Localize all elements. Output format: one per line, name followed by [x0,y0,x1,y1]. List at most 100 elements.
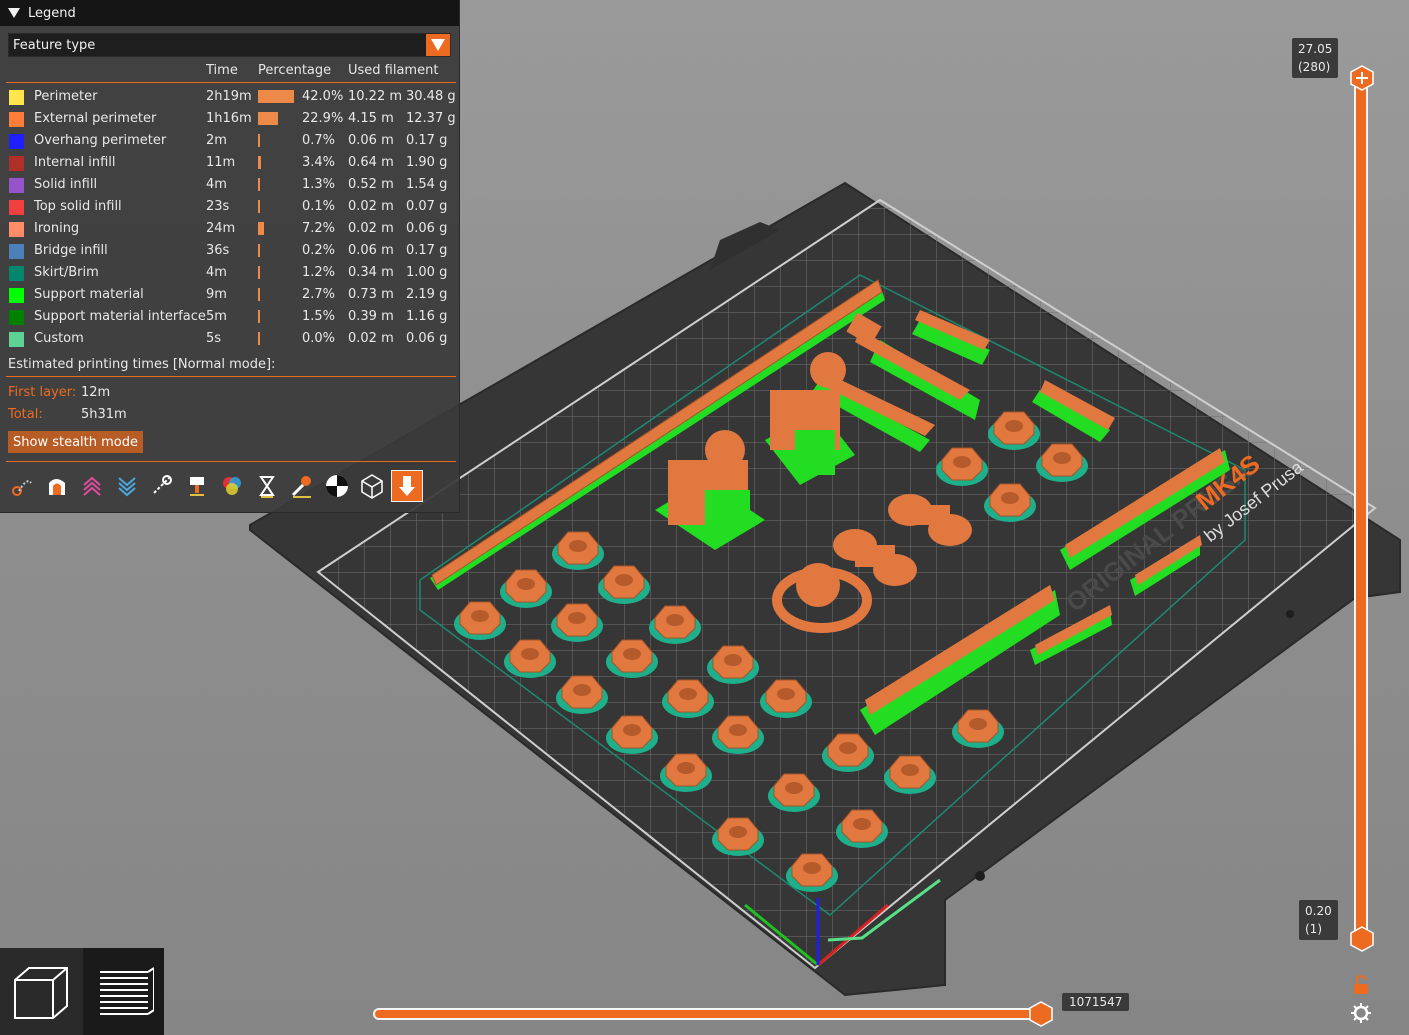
legend-row[interactable]: External perimeter 1h16m 22.9% 4.15 m 12.37 … [0,109,460,131]
nut-hole [1005,420,1023,432]
legend-row[interactable]: Ironing 24m 7.2% 0.02 m 0.06 g [0,219,460,241]
center-of-gravity-icon[interactable] [321,470,353,502]
settings-cog-icon[interactable] [1350,1002,1372,1024]
legend-feature-name: Skirt/Brim [34,265,99,280]
first-layer-label: First layer: [8,385,77,400]
travel-icon[interactable] [6,470,38,502]
legend-feature-name: Top solid infill [34,199,122,214]
legend-row[interactable]: Custom 5s 0.0% 0.02 m 0.06 g [0,329,460,351]
legend-percent-bar [258,244,260,257]
nut-hole [785,782,803,794]
nut-hole [969,718,987,730]
view-type-value: Feature type [13,37,96,53]
legend-feature-percent: 42.0% [302,89,344,104]
legend-feature-weight: 0.06 g [406,331,448,346]
legend-color-swatch [9,134,24,149]
legend-row[interactable]: Solid infill 4m 1.3% 0.52 m 1.54 g [0,175,460,197]
nut-hole [679,688,697,700]
legend-row[interactable]: Support material interface 5m 1.5% 0.39 m 1.… [0,307,460,329]
preview-button[interactable] [83,948,164,1035]
move-slider-thumb[interactable] [1028,1001,1054,1027]
nut-hole [666,614,684,626]
legend-feature-weight: 1.54 g [406,177,448,192]
divider [6,461,456,462]
nut-hole [1001,492,1019,504]
legend-feature-time: 9m [206,287,227,302]
layer-slider-top-thumb[interactable] [1350,65,1374,91]
tool-changes-icon[interactable] [181,470,213,502]
move-slider-track[interactable] [373,1008,1041,1020]
nut-hole [521,648,539,660]
legend-feature-percent: 1.2% [302,265,336,280]
legend-percent-bar [258,332,260,345]
legend-percent-bar [258,112,278,125]
nut-hole [615,574,633,586]
view-type-select[interactable]: Feature type [8,33,451,57]
legend-header[interactable]: Legend [0,0,459,26]
layer-top-label: 27.05 (280) [1292,38,1339,78]
legend-feature-name: Overhang perimeter [34,133,167,148]
legend-row[interactable]: Perimeter 2h19m 42.0% 10.22 m 30.48 g [0,87,460,109]
legend-feature-name: Support material interface [34,309,206,324]
legend-row[interactable]: Internal infill 11m 3.4% 0.64 m 1.90 g [0,153,460,175]
layer-slider-track[interactable] [1354,72,1368,944]
legend-feature-time: 23s [206,199,230,214]
color-changes-icon[interactable] [216,470,248,502]
layer-slider-bottom-thumb[interactable] [1350,926,1374,952]
legend-feature-weight: 1.00 g [406,265,448,280]
legend-row[interactable]: Top solid infill 23s 0.1% 0.02 m 0.07 g [0,197,460,219]
show-stealth-mode-button[interactable]: Show stealth mode [8,431,143,453]
nut-hole [1053,452,1071,464]
wipe-icon[interactable] [41,470,73,502]
nut-hole [623,724,641,736]
legend-feature-length: 0.02 m [348,221,394,236]
legend-feature-weight: 2.19 g [406,287,448,302]
preview-layers-icon [99,966,154,1015]
layer-top-index: (280) [1298,60,1331,74]
nut-hole [839,742,857,754]
nut-hole [724,654,742,666]
legend-feature-weight: 0.17 g [406,133,448,148]
legend-feature-weight: 1.16 g [406,309,448,324]
legend-row[interactable]: Support material 9m 2.7% 0.73 m 2.19 g [0,285,460,307]
collapse-triangle-icon[interactable] [8,8,20,18]
legend-row[interactable]: Bridge infill 36s 0.2% 0.06 m 0.17 g [0,241,460,263]
deretractions-icon[interactable] [111,470,143,502]
legend-title: Legend [28,5,76,21]
legend-feature-length: 0.34 m [348,265,394,280]
legend-color-swatch [9,200,24,215]
legend-feature-length: 4.15 m [348,111,394,126]
legend-row[interactable]: Overhang perimeter 2m 0.7% 0.06 m 0.17 g [0,131,460,153]
legend-feature-time: 2m [206,133,227,148]
retractions-icon[interactable] [76,470,108,502]
legend-feature-length: 0.06 m [348,243,394,258]
legend-percent-bar [258,288,260,301]
shells-icon[interactable] [356,470,388,502]
layer-bottom-height: 0.20 [1305,904,1332,918]
legend-feature-percent: 22.9% [302,111,344,126]
legend-feature-name: Support material [34,287,144,302]
dropdown-arrow-icon[interactable] [426,34,450,56]
legend-feature-length: 0.73 m [348,287,394,302]
legend-feature-weight: 0.07 g [406,199,448,214]
legend-color-swatch [9,178,24,193]
legend-feature-percent: 0.0% [302,331,336,346]
legend-row[interactable]: Skirt/Brim 4m 1.2% 0.34 m 1.00 g [0,263,460,285]
legend-feature-weight: 30.48 g [406,89,456,104]
view-switcher [0,948,164,1035]
nut-hole [568,612,586,624]
pause-icon[interactable] [251,470,283,502]
unlock-icon[interactable] [1350,974,1372,996]
legend-feature-name: External perimeter [34,111,157,126]
legend-percent-bar [258,222,264,235]
nut-hole [777,688,795,700]
legend-feature-name: Ironing [34,221,80,236]
seams-icon[interactable] [146,470,178,502]
legend-feature-weight: 12.37 g [406,111,456,126]
tool-marker-icon[interactable] [391,470,423,502]
nut-hole [901,764,919,776]
legend-feature-percent: 2.7% [302,287,336,302]
custom-gcode-icon[interactable] [286,470,318,502]
nut-hole [729,826,747,838]
3d-view-button[interactable] [0,948,82,1035]
